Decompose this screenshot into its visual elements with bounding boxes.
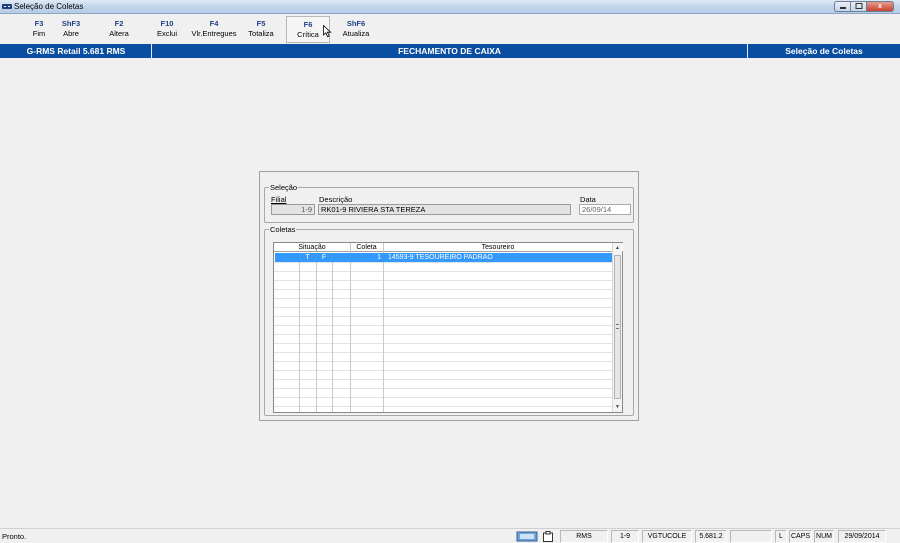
scroll-up-icon[interactable]: ▲ [613, 243, 622, 253]
status-empty [730, 530, 772, 543]
action-label: Totaliza [248, 29, 274, 38]
filial-label: Filial [271, 195, 287, 204]
vlr-entregues-button[interactable]: F4 Vlr.Entregues [190, 19, 238, 38]
row-line [274, 343, 613, 344]
row-line [274, 334, 613, 335]
mouse-pointer-icon [323, 25, 332, 38]
clipboard-icon [543, 531, 553, 542]
scroll-thumb[interactable] [614, 255, 621, 399]
window-controls: x [834, 1, 894, 12]
action-label: Exclui [156, 29, 177, 38]
network-icon [516, 531, 538, 542]
status-message: Pronto. [2, 532, 27, 541]
col-line [316, 253, 317, 412]
key-label: F2 [114, 19, 124, 28]
col-line [383, 243, 384, 412]
status-system: RMS [560, 530, 608, 543]
row-line [274, 406, 613, 407]
action-label: Altera [109, 29, 129, 38]
data-label: Data [580, 195, 596, 204]
action-label: Vlr.Entregues [191, 29, 237, 38]
fim-button[interactable]: F3 Fim [28, 19, 50, 38]
col-situacao[interactable]: Situação [274, 243, 350, 252]
key-label: F4 [209, 19, 219, 28]
action-label: Atualiza [342, 29, 370, 38]
row-line [274, 352, 613, 353]
key-label: F3 [34, 19, 44, 28]
row-line [274, 379, 613, 380]
coletas-grid[interactable]: Situação Coleta Tesoureiro T F 1 14593-9… [273, 242, 623, 413]
row-line [274, 388, 613, 389]
row-line [274, 298, 613, 299]
data-field[interactable]: 26/09/14 [579, 204, 631, 215]
status-version: 5.681.2 [695, 530, 727, 543]
coletas-legend: Coletas [269, 225, 297, 234]
grid-header: Situação Coleta Tesoureiro [274, 243, 623, 252]
coleta-cell: 1 [377, 254, 381, 261]
key-label: ShF6 [346, 19, 366, 28]
function-key-toolbar: F3 Fim ShF3 Abre F2 Altera F10 Exclui F4… [0, 15, 900, 43]
row-line [274, 280, 613, 281]
descricao-label: Descrição [319, 195, 353, 204]
descricao-field[interactable]: RK01-9 RIVIERA STA TEREZA [318, 204, 571, 215]
close-icon[interactable]: x [866, 1, 894, 12]
coletas-group: Coletas Situação Coleta Tesoureiro T F 1… [264, 225, 634, 416]
row-line [274, 325, 613, 326]
maximize-icon[interactable] [850, 1, 866, 12]
row-line [274, 361, 613, 362]
app-icon [2, 4, 12, 9]
status-program: VGTUCOLE [642, 530, 692, 543]
status-l: L [775, 530, 787, 543]
app-name: G-RMS Retail 5.681 RMS [26, 46, 126, 56]
col-line [350, 243, 351, 412]
table-row[interactable]: T F 1 14593-9 TESOUREIRO PADRAO [275, 253, 621, 262]
screen-title: FECHAMENTO DE CAIXA [398, 46, 501, 56]
exclui-button[interactable]: F10 Exclui [152, 19, 182, 38]
row-line [274, 307, 613, 308]
action-label: Fim [32, 29, 46, 38]
row-line [274, 271, 613, 272]
key-label: F5 [256, 19, 266, 28]
screen-name: Seleção de Coletas [785, 46, 863, 56]
selecao-legend: Seleção [269, 183, 299, 192]
grip-icon [616, 324, 619, 329]
abre-button[interactable]: ShF3 Abre [58, 19, 84, 38]
totaliza-button[interactable]: F5 Totaliza [245, 19, 277, 38]
altera-button[interactable]: F2 Altera [104, 19, 134, 38]
atualiza-button[interactable]: ShF6 Atualiza [340, 19, 372, 38]
tesoureiro-cell: 14593-9 TESOUREIRO PADRAO [388, 254, 493, 261]
window-title-bar[interactable]: Seleção de Coletas x [0, 0, 900, 14]
status-bar: Pronto. RMS 1-9 VGTUCOLE 5.681.2 L CAPS … [0, 528, 900, 543]
status-caps: CAPS [789, 530, 812, 543]
situacao-cell-3: F [321, 254, 327, 261]
window-title: Seleção de Coletas [14, 2, 84, 11]
col-line [299, 253, 300, 412]
row-line [274, 370, 613, 371]
minimize-icon[interactable] [834, 1, 850, 12]
selecao-coletas-dialog: Seleção Filial 1-9 Descrição RK01-9 RIVI… [259, 171, 639, 421]
filial-field[interactable]: 1-9 [271, 204, 315, 215]
col-coleta[interactable]: Coleta [350, 243, 383, 252]
vertical-scrollbar[interactable]: ▲ ▼ [612, 243, 622, 412]
key-label: F10 [160, 19, 174, 28]
col-tesoureiro[interactable]: Tesoureiro [383, 243, 613, 252]
status-filial: 1-9 [611, 530, 639, 543]
action-label: Abre [63, 29, 79, 38]
row-line [274, 316, 613, 317]
col-line [332, 253, 333, 412]
screen-header-bar: G-RMS Retail 5.681 RMS FECHAMENTO DE CAI… [0, 44, 900, 58]
situacao-cell-2: T [305, 254, 310, 261]
selecao-group: Seleção Filial 1-9 Descrição RK01-9 RIVI… [264, 183, 634, 223]
row-line [274, 289, 613, 290]
situacao-cell-1 [275, 253, 299, 262]
row-line [274, 262, 613, 263]
status-num: NUM [814, 530, 834, 543]
key-label: ShF3 [61, 19, 81, 28]
row-line [274, 397, 613, 398]
scroll-down-icon[interactable]: ▼ [613, 402, 622, 412]
status-date: 29/09/2014 [838, 530, 886, 543]
